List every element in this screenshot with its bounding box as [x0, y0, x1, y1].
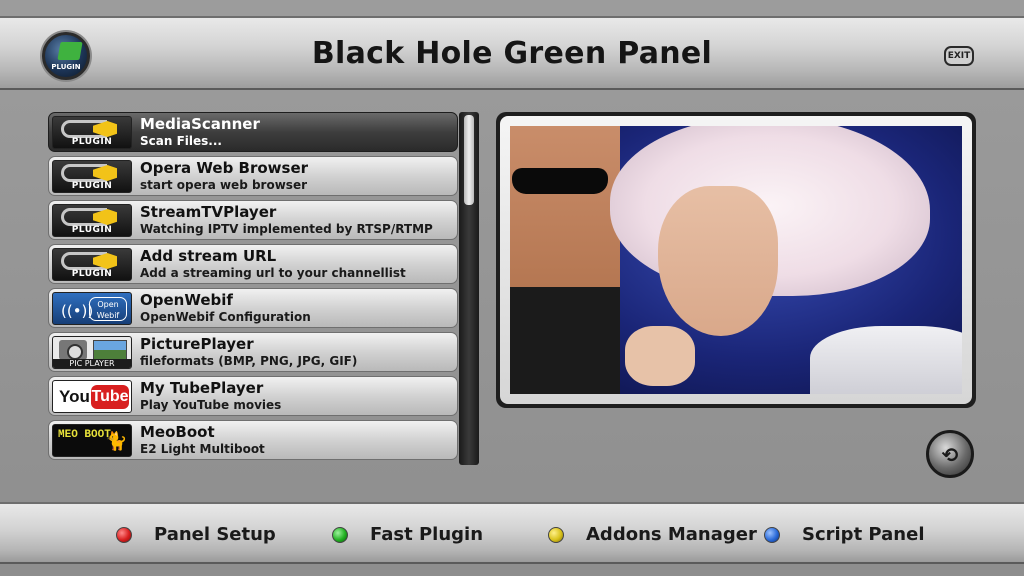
item-description: Watching IPTV implemented by RTSP/RTMP	[140, 222, 433, 236]
item-description: OpenWebif Configuration	[140, 310, 311, 324]
video-frame	[510, 126, 962, 394]
green-button-icon	[332, 527, 348, 543]
performer-right-face	[658, 186, 778, 336]
performer-hand	[625, 326, 695, 386]
performer-left	[510, 126, 620, 394]
item-description: E2 Light Multiboot	[140, 442, 265, 456]
list-item-pictureplayer[interactable]: PIC PLAYER PicturePlayer fileformats (BM…	[48, 332, 458, 372]
list-item-openwebif[interactable]: ((•)) Open Webif OpenWebif OpenWebif Con…	[48, 288, 458, 328]
thumb-label: MEO BOOT	[58, 429, 111, 441]
exit-button[interactable]: EXIT	[944, 46, 974, 66]
item-description: Add a streaming url to your channellist	[140, 266, 406, 280]
list-item-mediascanner[interactable]: PLUGIN MediaScanner Scan Files...	[48, 112, 458, 152]
list-item-opera-web-browser[interactable]: PLUGIN Opera Web Browser start opera web…	[48, 156, 458, 196]
youtube-tube-text: Tube	[91, 385, 129, 409]
plugin-icon: PLUGIN	[52, 204, 132, 237]
item-description: fileformats (BMP, PNG, JPG, GIF)	[140, 354, 358, 368]
item-title: MediaScanner	[140, 115, 260, 133]
scrollbar-thumb[interactable]	[464, 115, 474, 205]
cat-icon: 🐈	[105, 431, 128, 452]
meoboot-icon: MEO BOOT 🐈	[52, 424, 132, 457]
thumb-label: Open Webif	[89, 297, 127, 321]
item-title: My TubePlayer	[140, 379, 264, 397]
plugin-list: PLUGIN MediaScanner Scan Files... PLUGIN…	[48, 112, 458, 464]
plugin-icon: PLUGIN	[52, 160, 132, 193]
list-item-streamtvplayer[interactable]: PLUGIN StreamTVPlayer Watching IPTV impl…	[48, 200, 458, 240]
item-description: Scan Files...	[140, 134, 222, 148]
list-item-my-tubeplayer[interactable]: You Tube My TubePlayer Play YouTube movi…	[48, 376, 458, 416]
item-description: start opera web browser	[140, 178, 308, 192]
camera-icon	[59, 340, 87, 360]
plugin-icon: PLUGIN	[52, 248, 132, 281]
addons-manager-label: Addons Manager	[586, 524, 757, 545]
sunglasses	[512, 168, 608, 194]
header-bar: PLUGIN Black Hole Green Panel EXIT	[0, 16, 1024, 90]
item-title: Add stream URL	[140, 247, 277, 265]
list-item-add-stream-url[interactable]: PLUGIN Add stream URL Add a streaming ur…	[48, 244, 458, 284]
thumb-label: PIC PLAYER	[53, 359, 131, 368]
video-preview	[496, 112, 976, 408]
panel-setup-label: Panel Setup	[154, 524, 276, 545]
footer-bar: Panel Setup Fast Plugin Addons Manager S…	[0, 502, 1024, 564]
yellow-button-icon	[548, 527, 564, 543]
openwebif-icon: ((•)) Open Webif	[52, 292, 132, 325]
list-item-meoboot[interactable]: MEO BOOT 🐈 MeoBoot E2 Light Multiboot	[48, 420, 458, 460]
fast-plugin-label: Fast Plugin	[370, 524, 484, 545]
list-scrollbar[interactable]	[459, 112, 479, 465]
script-panel-label: Script Panel	[802, 524, 925, 545]
preview-bezel	[500, 116, 972, 404]
info-icon: ⟲	[941, 443, 959, 467]
youtube-you-text: You	[59, 387, 90, 406]
item-title: Opera Web Browser	[140, 159, 309, 177]
youtube-icon: You Tube	[52, 380, 132, 413]
item-title: OpenWebif	[140, 291, 233, 309]
item-title: PicturePlayer	[140, 335, 254, 353]
item-description: Play YouTube movies	[140, 398, 282, 412]
item-title: MeoBoot	[140, 423, 215, 441]
photo-icon	[93, 340, 127, 360]
thumb-label: PLUGIN	[71, 269, 113, 279]
thumb-label: PLUGIN	[71, 181, 113, 191]
performer-right-outfit	[810, 326, 962, 394]
thumb-label: PLUGIN	[71, 137, 113, 147]
item-title: StreamTVPlayer	[140, 203, 277, 221]
thumb-label: PLUGIN	[71, 225, 113, 235]
red-button-icon	[116, 527, 132, 543]
picture-player-icon: PIC PLAYER	[52, 336, 132, 369]
info-button[interactable]: ⟲	[926, 430, 974, 478]
page-title: Black Hole Green Panel	[311, 36, 713, 71]
blue-button-icon	[764, 527, 780, 543]
plugin-icon: PLUGIN	[52, 116, 132, 149]
